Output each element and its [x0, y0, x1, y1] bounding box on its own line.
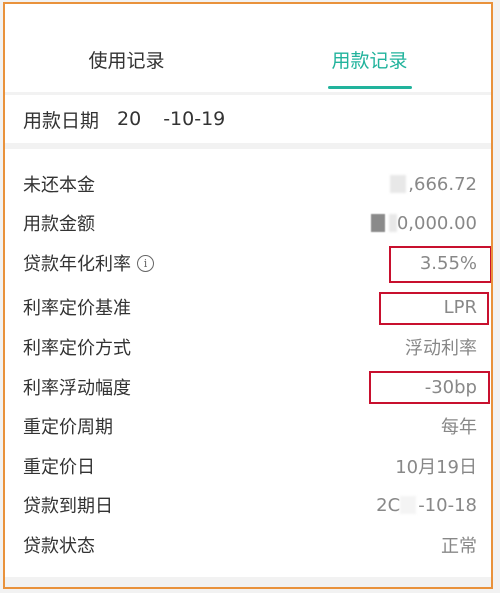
tab-usage-record-label: 使用记录 [88, 49, 165, 72]
loan-amount-value-wrap: 0,000.00 [370, 212, 477, 234]
rate-pricing-method-value: 浮动利率 [405, 338, 477, 359]
record-tabs: 使用记录 用款记录 [5, 26, 491, 92]
rate-pricing-method-label: 利率定价方式 [23, 338, 131, 359]
loan-amount-mask [370, 214, 385, 232]
outstanding-principal-mask [390, 175, 407, 193]
tab-loan-record-label: 用款记录 [331, 49, 408, 72]
maturity-date-value-wrap: 2C -10-18 [376, 495, 477, 516]
loan-amount-mask-2 [388, 214, 397, 232]
loan-date-row: 用款日期 20 -10-19 [5, 95, 491, 143]
repricing-date-value: 10月19日 [395, 457, 477, 478]
outstanding-principal-value: ,666.72 [408, 173, 477, 195]
tab-usage-record[interactable]: 使用记录 [5, 26, 248, 92]
maturity-date-mask [400, 496, 417, 514]
row-rate-pricing-method: 利率定价方式 浮动利率 [5, 329, 491, 365]
outstanding-principal-value-wrap: ,666.72 [390, 174, 477, 195]
row-outstanding-principal: 未还本金 ,666.72 [5, 166, 491, 202]
row-repricing-cycle: 重定价周期 每年 [5, 408, 491, 444]
loan-date-value-suffix: -10-19 [163, 108, 226, 130]
tab-loan-record[interactable]: 用款记录 [248, 26, 491, 92]
maturity-date-value-suffix: -10-18 [418, 494, 477, 516]
info-icon[interactable]: i [137, 254, 154, 272]
outstanding-principal-label: 未还本金 [23, 175, 95, 196]
highlight-box-rate-float-range [369, 371, 490, 404]
screenshot-frame: 使用记录 用款记录 用款日期 20 -10-19 未还本金 ,666.72 用款… [3, 2, 493, 589]
rate-benchmark-label: 利率定价基准 [23, 298, 131, 319]
highlight-box-rate-benchmark [379, 292, 489, 325]
rate-float-range-label: 利率浮动幅度 [23, 378, 131, 399]
loan-details-panel: 未还本金 ,666.72 用款金额 0,000.00 贷款年化利率 i 3.55… [5, 149, 491, 577]
maturity-date-value-prefix: 2C [376, 494, 401, 516]
row-repricing-date: 重定价日 10月19日 [5, 448, 491, 484]
active-tab-indicator [327, 86, 412, 89]
row-maturity-date: 贷款到期日 2C -10-18 [5, 487, 491, 523]
repricing-cycle-value: 每年 [441, 417, 477, 438]
maturity-date-label: 贷款到期日 [23, 496, 113, 517]
loan-date-value-prefix: 20 [117, 108, 142, 130]
row-loan-status: 贷款状态 正常 [5, 527, 491, 563]
loan-date-mask [141, 108, 164, 130]
repricing-date-label: 重定价日 [23, 457, 95, 478]
repricing-cycle-label: 重定价周期 [23, 417, 113, 438]
bottom-band [5, 577, 491, 587]
loan-date-label: 用款日期 [23, 109, 100, 132]
loan-status-label: 贷款状态 [23, 536, 95, 557]
loan-amount-value: 0,000.00 [396, 212, 477, 234]
loan-status-value: 正常 [441, 536, 477, 557]
top-strip [5, 4, 491, 26]
loan-amount-label: 用款金额 [23, 214, 95, 235]
annual-rate-label-wrap: 贷款年化利率 i [23, 250, 154, 276]
highlight-box-annual-rate [389, 246, 491, 283]
row-loan-amount: 用款金额 0,000.00 [5, 205, 491, 241]
annual-rate-label: 贷款年化利率 [23, 254, 131, 275]
